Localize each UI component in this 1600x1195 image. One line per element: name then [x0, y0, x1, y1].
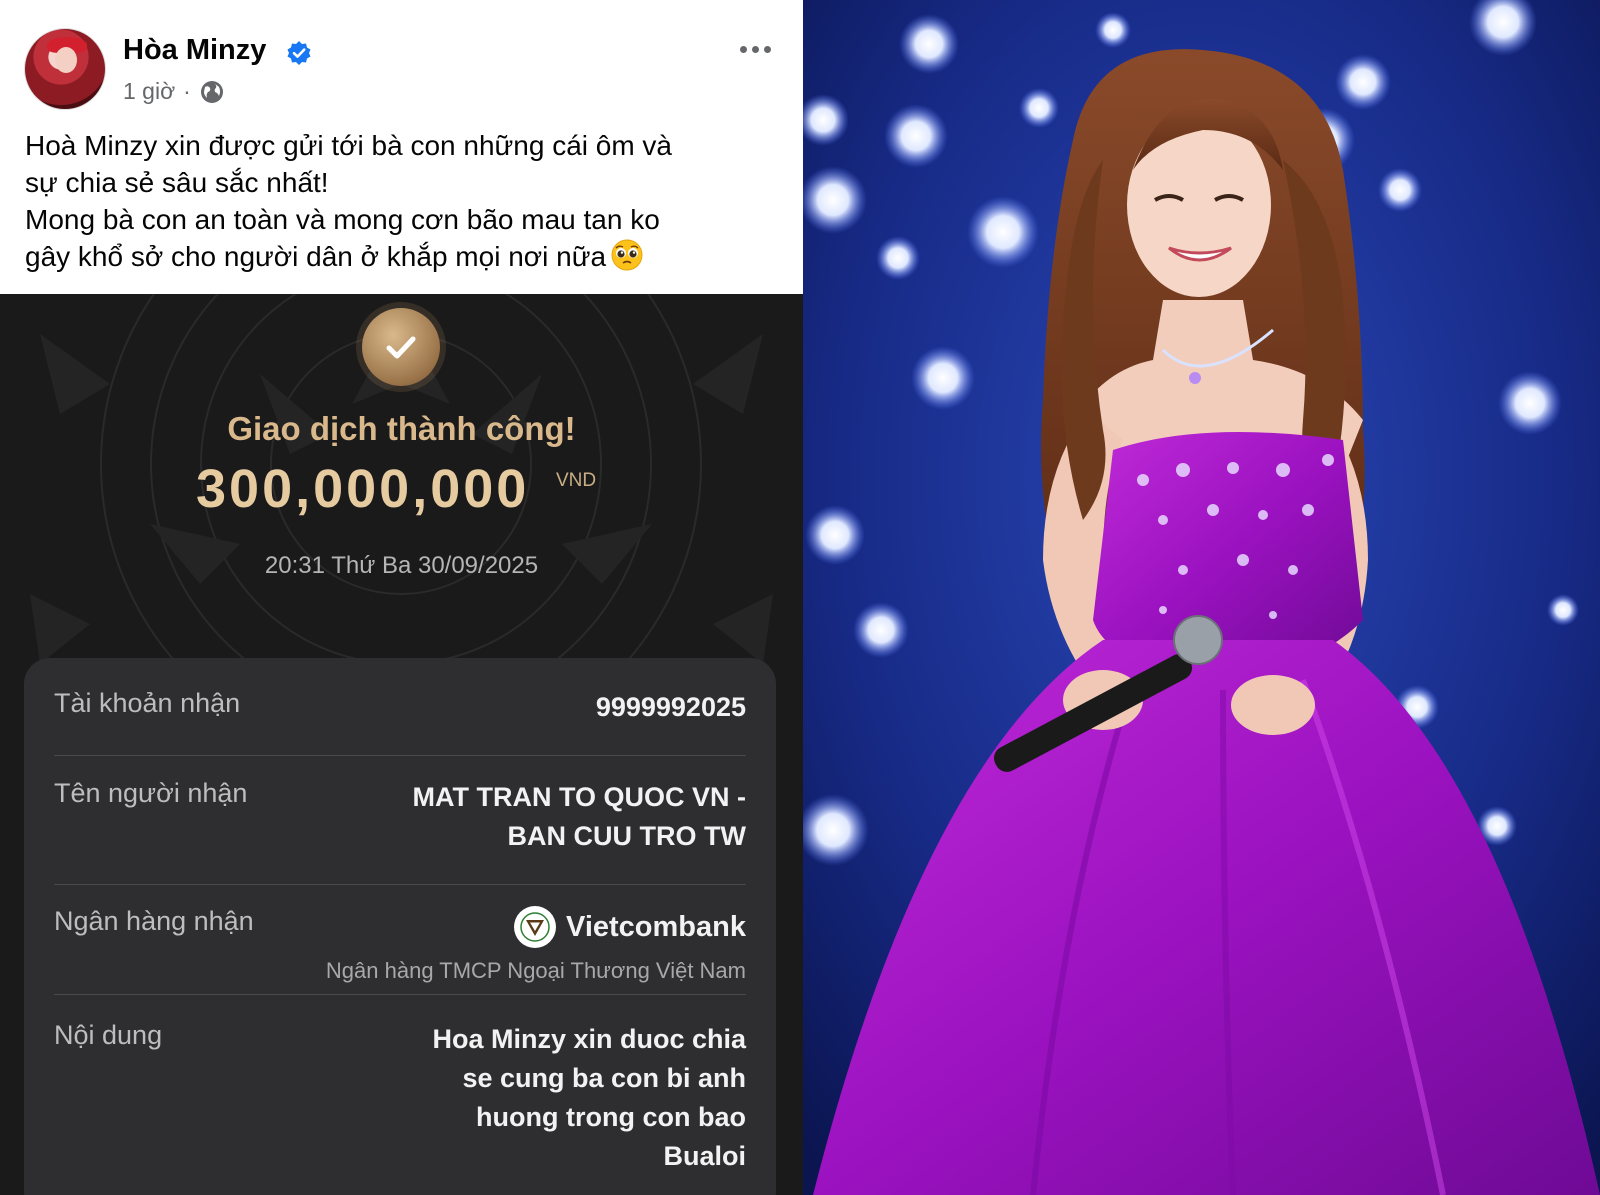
post-meta: 1 giờ ·: [123, 78, 225, 105]
transaction-datetime: 20:31 Thứ Ba 30/09/2025: [264, 552, 539, 579]
recipient-line: BAN CUU TRO TW: [507, 821, 746, 851]
vietcombank-logo-icon: [514, 906, 557, 948]
content-label: Nội dung: [54, 1020, 163, 1050]
singer-stage-photo: [803, 0, 1600, 1195]
post-line: Hoà Minzy xin được gửi tới bà con những …: [25, 130, 673, 161]
account-label: Tài khoản nhận: [54, 688, 241, 718]
bank-name: Vietcombank: [566, 910, 746, 943]
account-row: Tài khoản nhận 9999992025: [54, 688, 746, 728]
divider: [54, 994, 746, 995]
post-body: Hoà Minzy xin được gửi tới bà con những …: [25, 127, 785, 275]
post-time[interactable]: 1 giờ: [123, 78, 175, 105]
left-panel: Hòa Minzy 1 giờ · Hoà Minzy xin được gửi…: [0, 0, 803, 1195]
recipient-label: Tên người nhận: [54, 778, 248, 808]
author-name[interactable]: Hòa Minzy: [123, 34, 266, 67]
recipient-row: Tên người nhận MAT TRAN TO QUOC VN - BAN…: [54, 778, 746, 858]
content-value: Hoa Minzy xin duoc chia se cung ba con b…: [432, 1020, 746, 1176]
post-line: sự chia sẻ sâu sắc nhất!: [25, 167, 329, 198]
more-options-icon[interactable]: [740, 40, 776, 58]
content-line: Bualoi: [663, 1141, 746, 1171]
recipient-value: MAT TRAN TO QUOC VN - BAN CUU TRO TW: [413, 778, 746, 856]
currency-label: VND: [556, 470, 597, 491]
details-card: Tài khoản nhận 9999992025 Tên người nhận…: [24, 658, 776, 1195]
transfer-receipt: Giao dịch thành công! 300,000,000 VND 20…: [0, 294, 803, 1195]
post-line: Mong bà con an toàn và mong cơn bão mau …: [25, 204, 660, 235]
content-line: Hoa Minzy xin duoc chia: [432, 1024, 746, 1054]
recipient-line: MAT TRAN TO QUOC VN -: [412, 782, 746, 812]
content-row: Nội dung Hoa Minzy xin duoc chia se cung…: [54, 1020, 746, 1190]
meta-separator: ·: [183, 78, 191, 104]
content-line: huong trong con bao: [476, 1102, 746, 1132]
pleading-face-emoji-icon: [611, 239, 643, 271]
success-title: Giao dịch thành công!: [227, 410, 576, 447]
bank-label: Ngân hàng nhận: [54, 906, 254, 936]
globe-icon[interactable]: [199, 79, 225, 105]
bank-full-name: Ngân hàng TMCP Ngoại Thương Việt Nam: [325, 958, 746, 983]
verified-badge-icon: [287, 41, 311, 65]
transfer-amount: 300,000,000: [196, 459, 530, 519]
avatar-face: [55, 47, 77, 73]
divider: [54, 755, 746, 756]
stage-photo-illustration: [803, 0, 1600, 1195]
post-line-last: gây khổ sở cho người dân ở khắp mọi nơi …: [25, 238, 785, 275]
success-check-icon: [362, 308, 440, 386]
bank-identity: Vietcombank: [514, 906, 746, 948]
content-line: se cung ba con bi anh: [462, 1063, 746, 1093]
post-line: gây khổ sở cho người dân ở khắp mọi nơi …: [25, 241, 607, 272]
bank-row: Ngân hàng nhận Vietcombank Ngân hàng TMC…: [54, 906, 746, 996]
account-value: 9999992025: [595, 692, 746, 722]
author-avatar[interactable]: [24, 28, 106, 110]
social-post: Hòa Minzy 1 giờ · Hoà Minzy xin được gửi…: [0, 0, 803, 294]
divider: [54, 884, 746, 885]
